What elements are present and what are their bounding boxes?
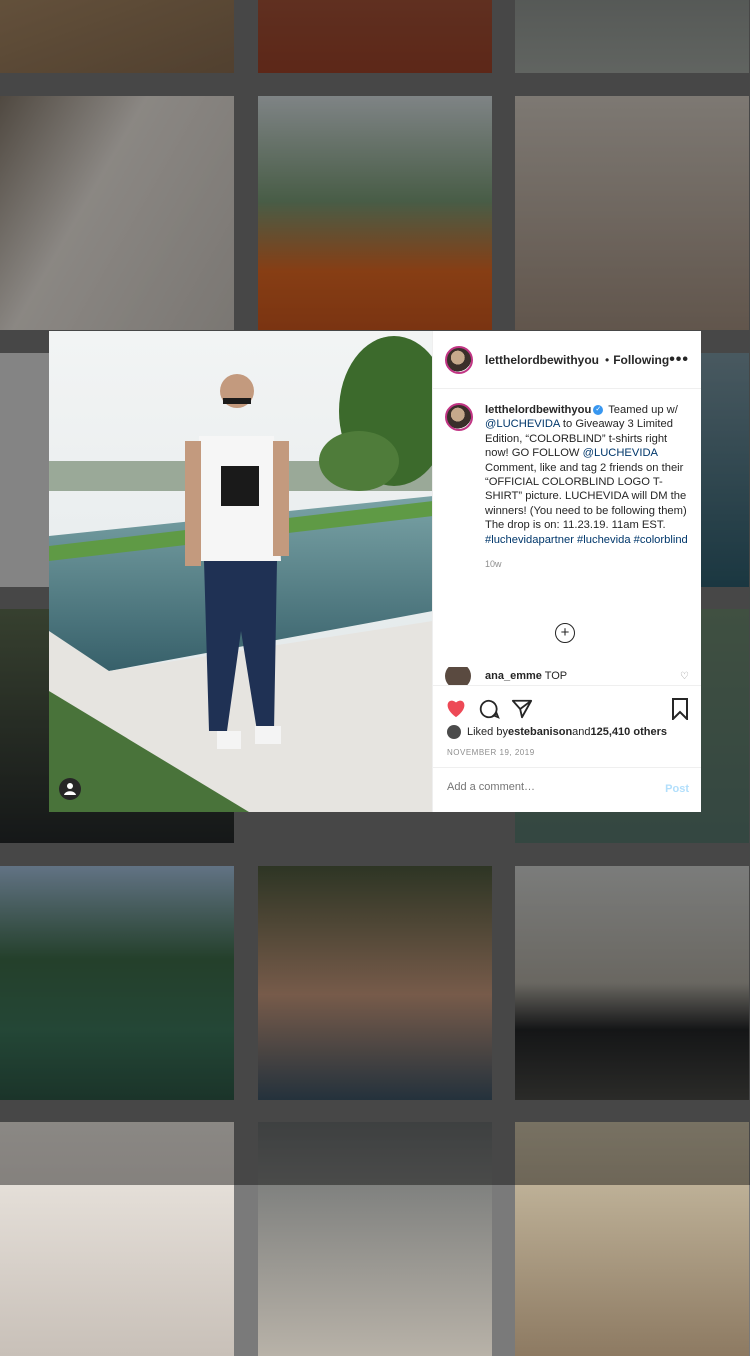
likes-summary: Liked by estebanison and 125,410 others	[447, 725, 667, 739]
post-photo[interactable]	[49, 331, 432, 812]
liker-avatar[interactable]	[447, 725, 461, 739]
caption-text: letthelordbewithyou ✓ Teamed up w/ @LUCHE…	[485, 403, 689, 547]
comment-row: ana_emme TOP ♡	[445, 667, 689, 685]
comment-text: ana_emme TOP	[485, 670, 567, 682]
post-date[interactable]: NOVEMBER 19, 2019	[447, 748, 535, 757]
post-sidebar: letthelordbewithyou • Following ••• lett…	[432, 331, 701, 812]
caption-text-1: Teamed up w/	[608, 404, 678, 416]
author-username[interactable]: letthelordbewithyou	[485, 353, 599, 367]
comment-username[interactable]: ana_emme	[485, 670, 542, 682]
hashtag-link[interactable]: #luchevidapartner	[485, 534, 574, 546]
separator-dot: •	[605, 352, 610, 367]
author-avatar[interactable]	[445, 345, 473, 374]
add-comment-bar: Post	[433, 767, 701, 813]
caption-age[interactable]: 10w	[485, 559, 701, 569]
post-photo-illustration	[49, 331, 432, 812]
post-modal: letthelordbewithyou • Following ••• lett…	[49, 331, 701, 812]
add-comment-input[interactable]	[445, 780, 649, 794]
comment-like-icon[interactable]: ♡	[680, 671, 689, 682]
commenter-avatar[interactable]	[445, 667, 471, 685]
tagged-user-icon[interactable]	[59, 778, 81, 800]
comment-icon[interactable]	[478, 698, 500, 725]
post-comment-button[interactable]: Post	[665, 783, 689, 795]
bookmark-icon[interactable]	[671, 698, 689, 725]
likes-count[interactable]: 125,410 others	[591, 726, 667, 738]
load-more-comments-button[interactable]: +	[555, 623, 575, 643]
liker-username[interactable]: estebanison	[508, 726, 572, 738]
mention-link[interactable]: @LUCHEVIDA	[485, 418, 560, 430]
likes-prefix: Liked by	[467, 726, 508, 738]
post-caption: letthelordbewithyou ✓ Teamed up w/ @LUCHE…	[433, 389, 701, 547]
comment-body: TOP	[544, 670, 568, 682]
hashtag-link[interactable]: #colorblind	[634, 534, 688, 546]
verified-badge-icon: ✓	[593, 405, 604, 416]
caption-avatar[interactable]	[445, 403, 473, 431]
hashtag-link[interactable]: #luchevida	[577, 534, 631, 546]
post-header: letthelordbewithyou • Following •••	[433, 331, 701, 389]
caption-text-3: Comment, like and tag 2 friends on their…	[485, 461, 687, 532]
more-options-icon[interactable]: •••	[669, 351, 689, 369]
caption-username[interactable]: letthelordbewithyou	[485, 404, 591, 416]
like-heart-icon[interactable]	[445, 698, 467, 723]
mention-link[interactable]: @LUCHEVIDA	[583, 447, 658, 459]
following-button[interactable]: Following	[613, 353, 669, 367]
share-icon[interactable]	[511, 698, 533, 725]
likes-middle: and	[572, 726, 591, 738]
